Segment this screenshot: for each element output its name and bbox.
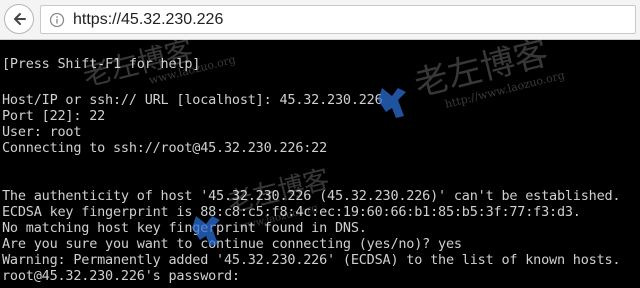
terminal-line: Connecting to ssh://root@45.32.230.226:2…	[2, 140, 328, 156]
terminal-line: No matching host key fingerprint found i…	[2, 220, 367, 236]
terminal-line: Are you sure you want to continue connec…	[2, 236, 462, 252]
terminal-line: root@45.32.230.226's password:	[2, 268, 240, 284]
terminal-line: ECDSA key fingerprint is 88:c8:c5:f8:4c:…	[2, 204, 581, 220]
terminal-line: Warning: Permanently added '45.32.230.22…	[2, 252, 621, 268]
browser-toolbar: https://45.32.230.226	[0, 0, 640, 40]
address-bar[interactable]: https://45.32.230.226	[40, 5, 636, 34]
url-text: https://45.32.230.226	[73, 11, 224, 28]
terminal-line: [Press Shift-F1 for help]	[2, 56, 201, 72]
back-button[interactable]	[4, 4, 34, 34]
terminal-screen[interactable]: [Press Shift-F1 for help] Host/IP or ssh…	[0, 40, 640, 288]
arrow-left-icon	[14, 13, 26, 25]
terminal-line: The authenticity of host '45.32.230.226 …	[2, 188, 621, 204]
terminal-line: Port [22]: 22	[2, 108, 106, 124]
info-icon[interactable]	[49, 12, 65, 28]
terminal-line: Host/IP or ssh:// URL [localhost]: 45.32…	[2, 92, 383, 108]
terminal-line: User: root	[2, 124, 82, 140]
